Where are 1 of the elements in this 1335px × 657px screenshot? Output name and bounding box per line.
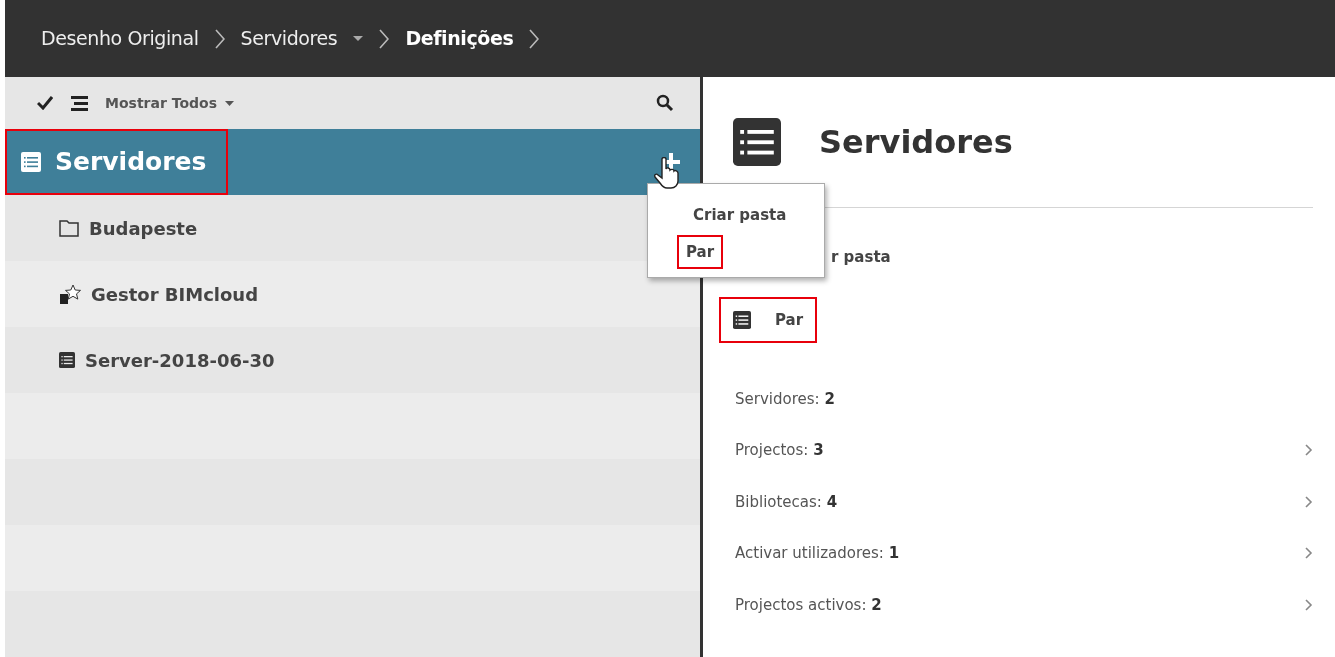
stat-text: Servidores: 2: [734, 388, 836, 410]
